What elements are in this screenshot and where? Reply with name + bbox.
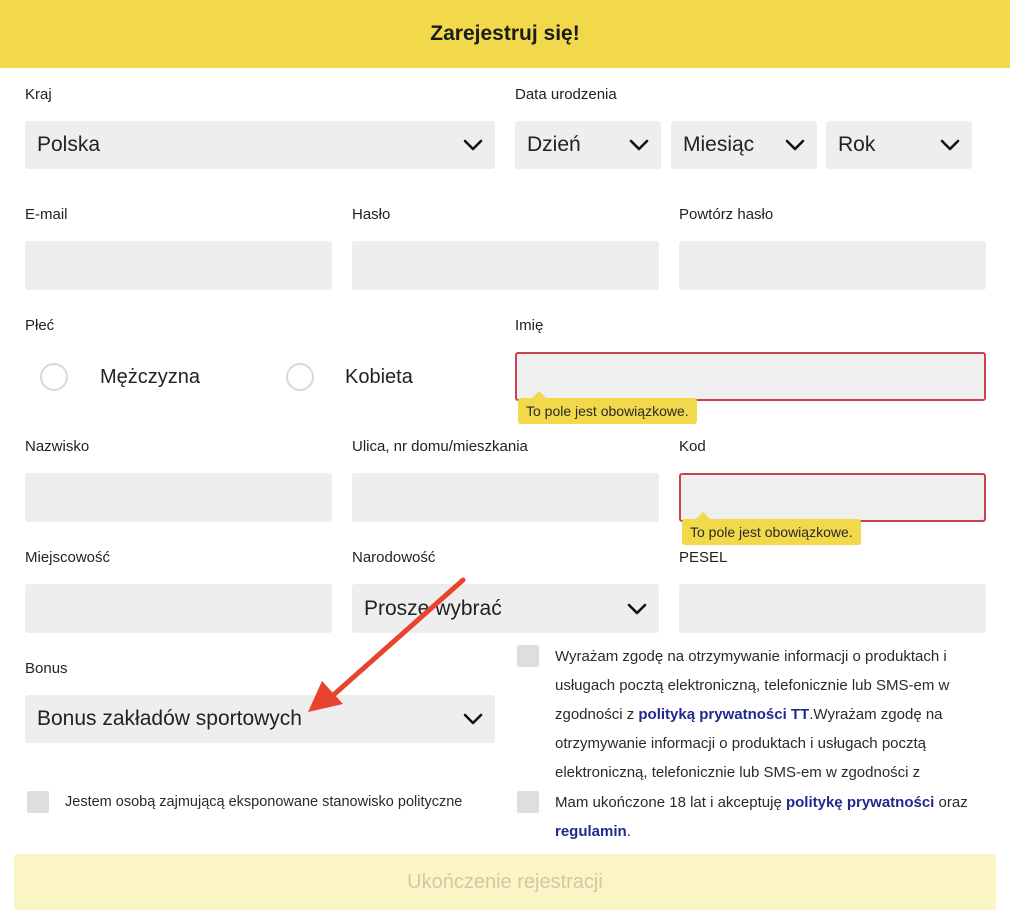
annotation-arrow-icon bbox=[308, 577, 466, 712]
